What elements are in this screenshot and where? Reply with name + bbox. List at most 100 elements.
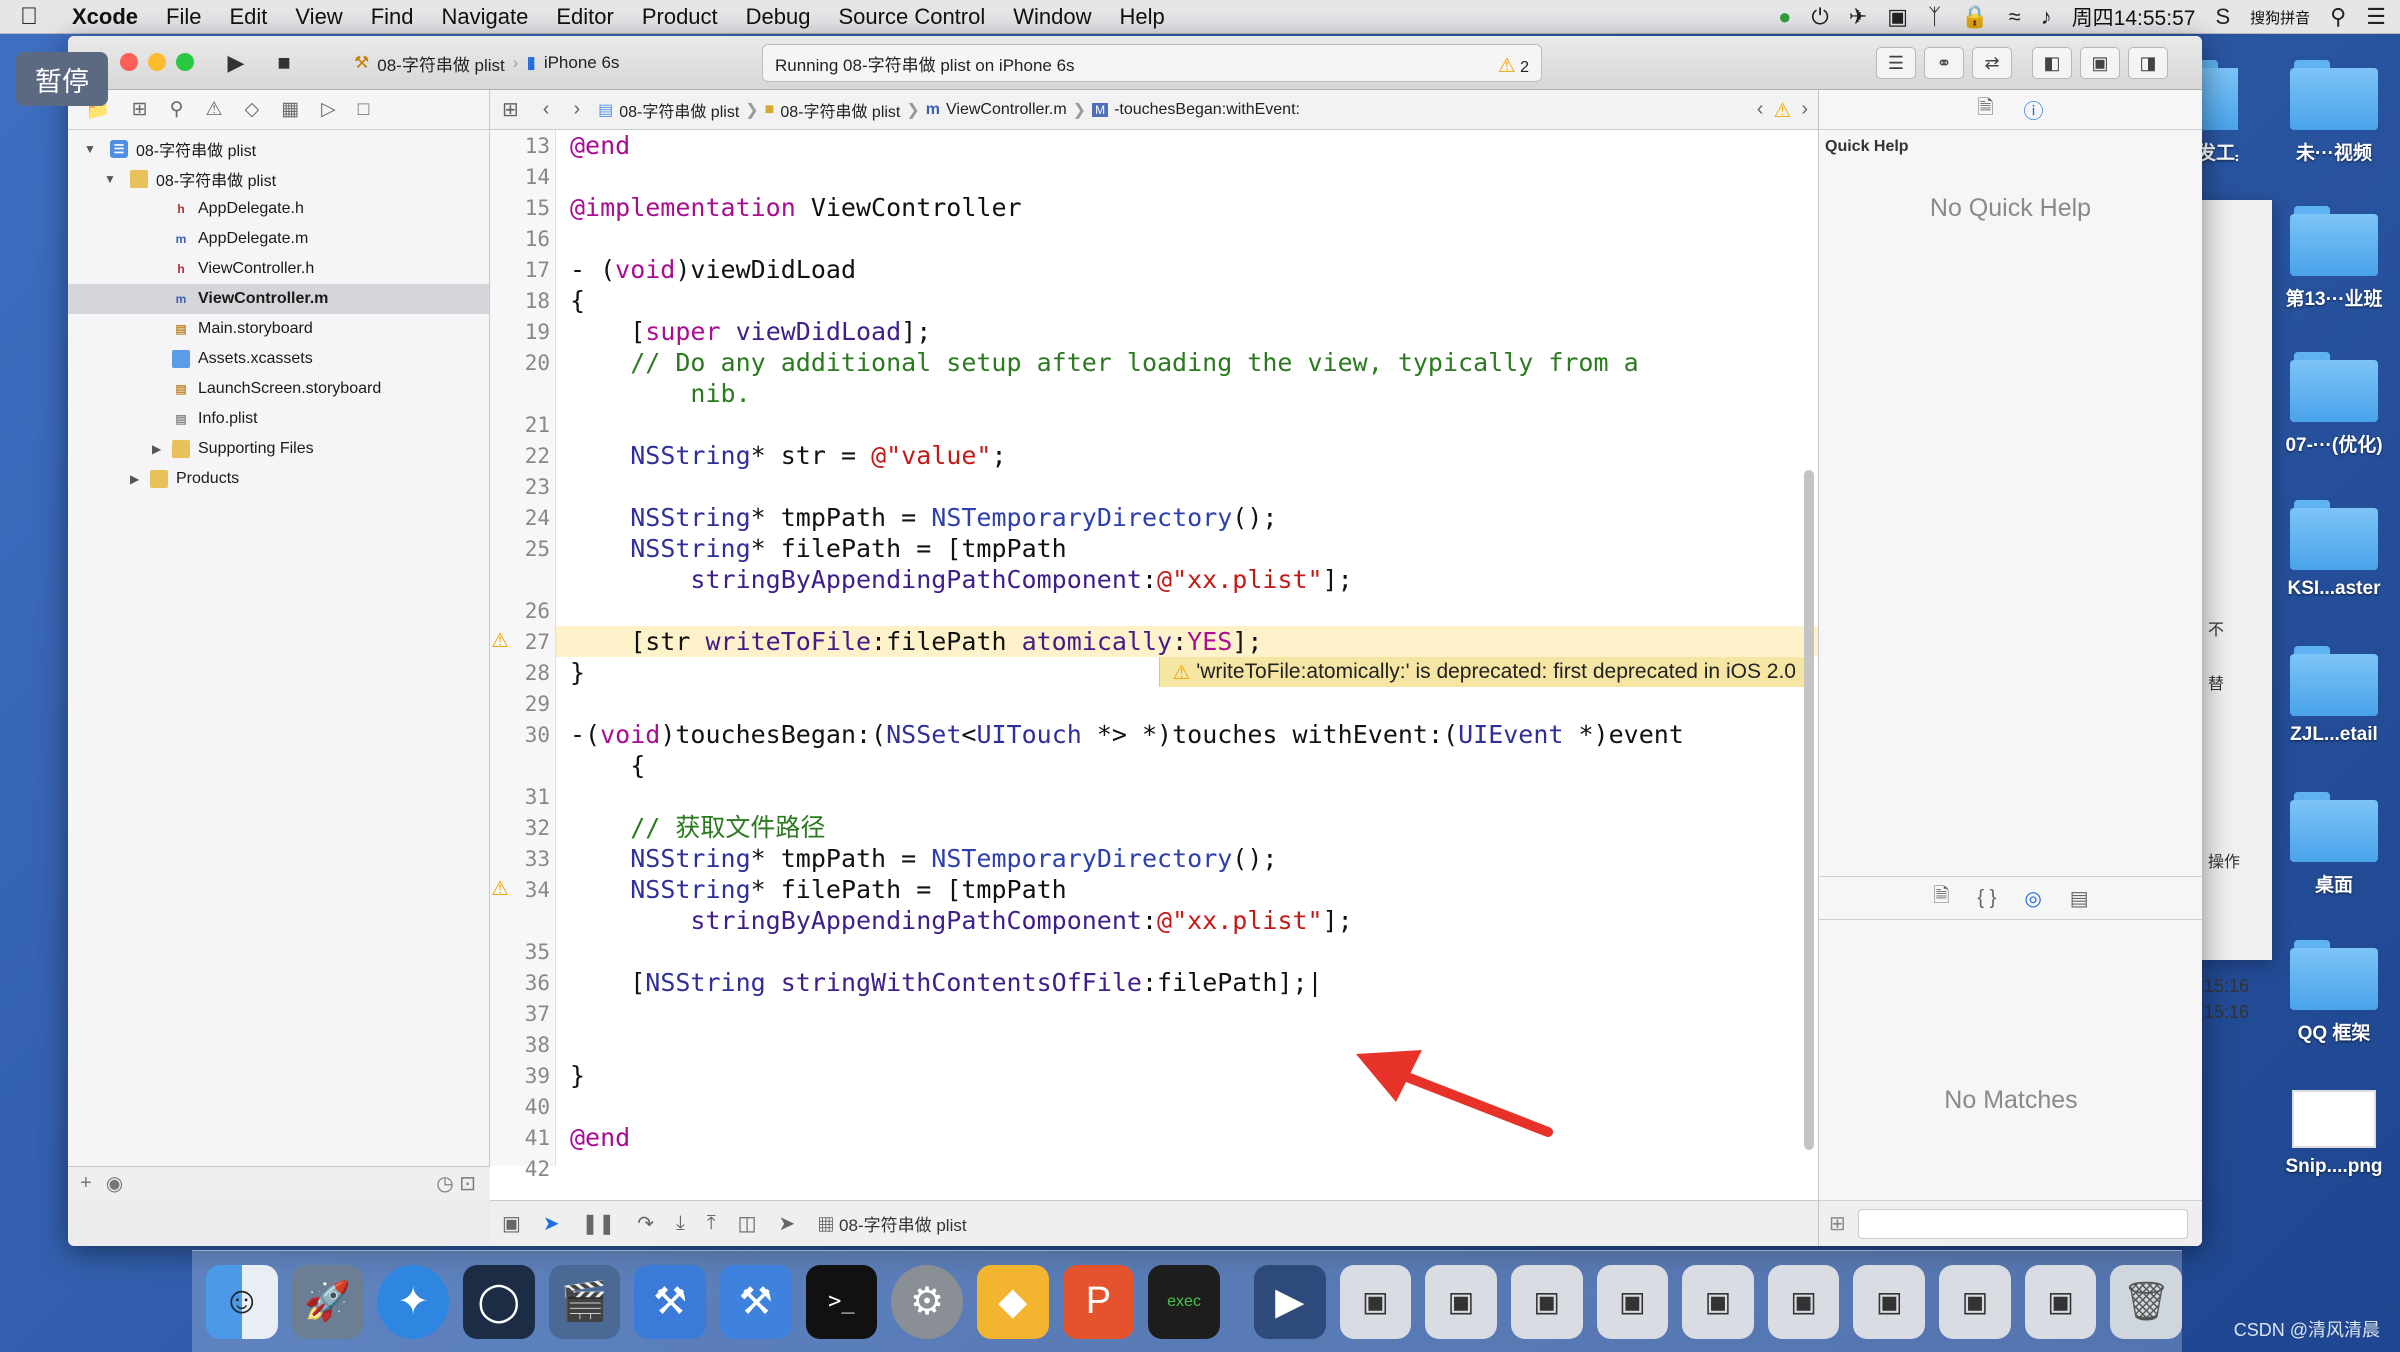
line-number[interactable]: 25: [490, 537, 550, 561]
warning-icon[interactable]: ⚠: [206, 98, 223, 121]
line-number[interactable]: 40: [490, 1095, 550, 1119]
menu-debug[interactable]: Debug: [732, 4, 825, 30]
breadcrumb-file[interactable]: m ViewController.m: [920, 101, 1073, 119]
terminal-icon[interactable]: >_: [805, 1264, 878, 1339]
desktop-item-video[interactable]: 未···视频: [2274, 60, 2394, 165]
quicktime-icon[interactable]: ▶: [1253, 1264, 1326, 1339]
bluetooth-icon[interactable]: ᛉ: [1928, 4, 1941, 30]
line-number[interactable]: 32: [490, 816, 550, 840]
desktop-item-snip[interactable]: Snip....png: [2274, 1090, 2394, 1178]
tree-item-file-selected[interactable]: m ViewController.m: [68, 284, 489, 314]
window-thumbnail-icon[interactable]: ▣: [2024, 1264, 2097, 1339]
menu-source-control[interactable]: Source Control: [825, 4, 1000, 30]
window-thumbnail-icon[interactable]: ▣: [1682, 1264, 1754, 1339]
tree-item-file[interactable]: ▤ LaunchScreen.storyboard: [68, 374, 489, 404]
disclosure-triangle-icon[interactable]: ▼: [84, 142, 96, 156]
desktop-item-desktop[interactable]: 桌面: [2274, 792, 2394, 897]
line-number[interactable]: 15: [490, 196, 550, 220]
notification-center-icon[interactable]: ☰: [2366, 4, 2386, 30]
window-thumbnail-icon[interactable]: ▣: [1596, 1264, 1669, 1339]
spotlight-icon[interactable]: ⚲: [2330, 4, 2346, 30]
input-method-label[interactable]: 搜狗拼音: [2250, 7, 2310, 28]
desktop-item-07[interactable]: 07-···(优化): [2274, 352, 2394, 457]
menu-navigate[interactable]: Navigate: [428, 4, 543, 30]
line-number[interactable]: 29: [490, 692, 550, 716]
tree-item-project[interactable]: ▼ ☰ 08-字符串做 plist: [68, 134, 489, 164]
safari-icon[interactable]: ✦: [377, 1264, 449, 1339]
activity-view[interactable]: Running 08-字符串做 plist on iPhone 6s ⚠ 2: [762, 44, 1542, 82]
line-number[interactable]: 39: [490, 1064, 550, 1088]
tree-item-file[interactable]: ▤ Info.plist: [68, 404, 489, 434]
toggle-navigator-button[interactable]: ◧: [2032, 47, 2072, 79]
tree-item-file[interactable]: ▤ Main.storyboard: [68, 314, 489, 344]
tree-item-group[interactable]: ▶ Products: [68, 464, 489, 494]
breakpoints-toggle-icon[interactable]: ➤: [543, 1211, 560, 1236]
grid-view-icon[interactable]: ⊞: [1829, 1211, 1846, 1236]
line-number[interactable]: 26: [490, 599, 550, 623]
warning-icon[interactable]: ⚠: [491, 628, 509, 652]
desktop-item-zjl[interactable]: ZJL...etail: [2274, 646, 2394, 746]
file-template-icon[interactable]: 🗎: [1933, 881, 1949, 915]
line-number[interactable]: 28: [490, 661, 550, 685]
scheme-selector[interactable]: ⚒ 08-字符串做 plist › ▮ iPhone 6s: [354, 47, 619, 79]
line-number[interactable]: 33: [490, 847, 550, 871]
menu-help[interactable]: Help: [1106, 4, 1179, 30]
line-number[interactable]: 14: [490, 165, 550, 189]
window-thumbnail-icon[interactable]: ▣: [1939, 1264, 2011, 1339]
disclosure-triangle-icon[interactable]: ▶: [130, 472, 139, 486]
step-over-icon[interactable]: ↷: [637, 1211, 654, 1236]
line-number[interactable]: 18: [490, 289, 550, 313]
line-number[interactable]: 20: [490, 351, 550, 375]
tree-item-file[interactable]: h ViewController.h: [68, 254, 489, 284]
window-thumbnail-icon[interactable]: ▣: [1853, 1264, 1926, 1339]
launchpad-icon[interactable]: 🚀: [291, 1264, 364, 1339]
line-number[interactable]: 13: [490, 134, 550, 158]
breadcrumb-project[interactable]: ▤ 08-字符串做 plist: [592, 98, 745, 122]
airplane-icon[interactable]: ✈: [1849, 4, 1867, 30]
breadcrumb-group[interactable]: ■ 08-字符串做 plist: [759, 98, 907, 122]
window-thumbnail-icon[interactable]: ▣: [1510, 1264, 1583, 1339]
line-number[interactable]: 42: [490, 1157, 550, 1181]
xcode-icon[interactable]: ⚒: [634, 1264, 706, 1339]
desktop-item-qq[interactable]: QQ 框架: [2274, 940, 2394, 1045]
menu-view[interactable]: View: [281, 4, 356, 30]
run-button[interactable]: ▶: [216, 46, 256, 80]
pages-icon[interactable]: P: [1062, 1264, 1135, 1339]
step-out-icon[interactable]: ⤒: [707, 1212, 716, 1235]
toggle-debug-area-button[interactable]: ▣: [2080, 47, 2120, 79]
media-library-icon[interactable]: ▤: [2070, 886, 2089, 911]
tree-item-group[interactable]: ▶ Supporting Files: [68, 434, 489, 464]
warning-icon[interactable]: ⚠: [491, 876, 509, 900]
quick-help-icon[interactable]: ⓘ: [2024, 95, 2044, 124]
breadcrumb-method[interactable]: M -touchesBegan:withEvent:: [1086, 101, 1306, 119]
line-number[interactable]: 16: [490, 227, 550, 251]
forward-icon[interactable]: ›: [561, 98, 592, 121]
editor-scrollbar[interactable]: [1804, 470, 1814, 1150]
menu-file[interactable]: File: [152, 4, 215, 30]
photo-booth-icon[interactable]: 🎬: [548, 1264, 621, 1339]
finder-icon[interactable]: ☺: [206, 1264, 278, 1339]
line-number[interactable]: 38: [490, 1033, 550, 1057]
tree-item-file[interactable]: m AppDelegate.m: [68, 224, 489, 254]
minimize-window-button[interactable]: [148, 53, 166, 71]
view-debugger-icon[interactable]: ◫: [738, 1211, 757, 1236]
line-number[interactable]: 24: [490, 506, 550, 530]
warning-icon[interactable]: ⚠: [1773, 98, 1791, 122]
code-area[interactable]: @end @implementation ViewController - (v…: [556, 130, 1818, 1166]
zoom-window-button[interactable]: [176, 53, 194, 71]
step-into-icon[interactable]: ⤓: [676, 1212, 685, 1235]
standard-editor-button[interactable]: ☰: [1876, 47, 1916, 79]
window-thumbnail-icon[interactable]: ▣: [1339, 1264, 1412, 1339]
next-issue-icon[interactable]: ›: [1801, 98, 1808, 122]
line-number[interactable]: 19: [490, 320, 550, 344]
menu-app-name[interactable]: Xcode: [58, 4, 152, 30]
system-preferences-icon[interactable]: ⚙: [891, 1264, 963, 1339]
menu-window[interactable]: Window: [999, 4, 1105, 30]
line-number[interactable]: 37: [490, 1002, 550, 1026]
background-window[interactable]: 不 替 操作 15:16 15:16: [2202, 200, 2272, 1022]
disclosure-triangle-icon[interactable]: ▶: [152, 442, 161, 456]
version-editor-button[interactable]: ⇄: [1972, 47, 2012, 79]
pause-icon[interactable]: ❚❚: [582, 1211, 616, 1236]
back-icon[interactable]: ‹: [531, 98, 562, 121]
desktop-item-ksi[interactable]: KSI...aster: [2274, 500, 2394, 600]
